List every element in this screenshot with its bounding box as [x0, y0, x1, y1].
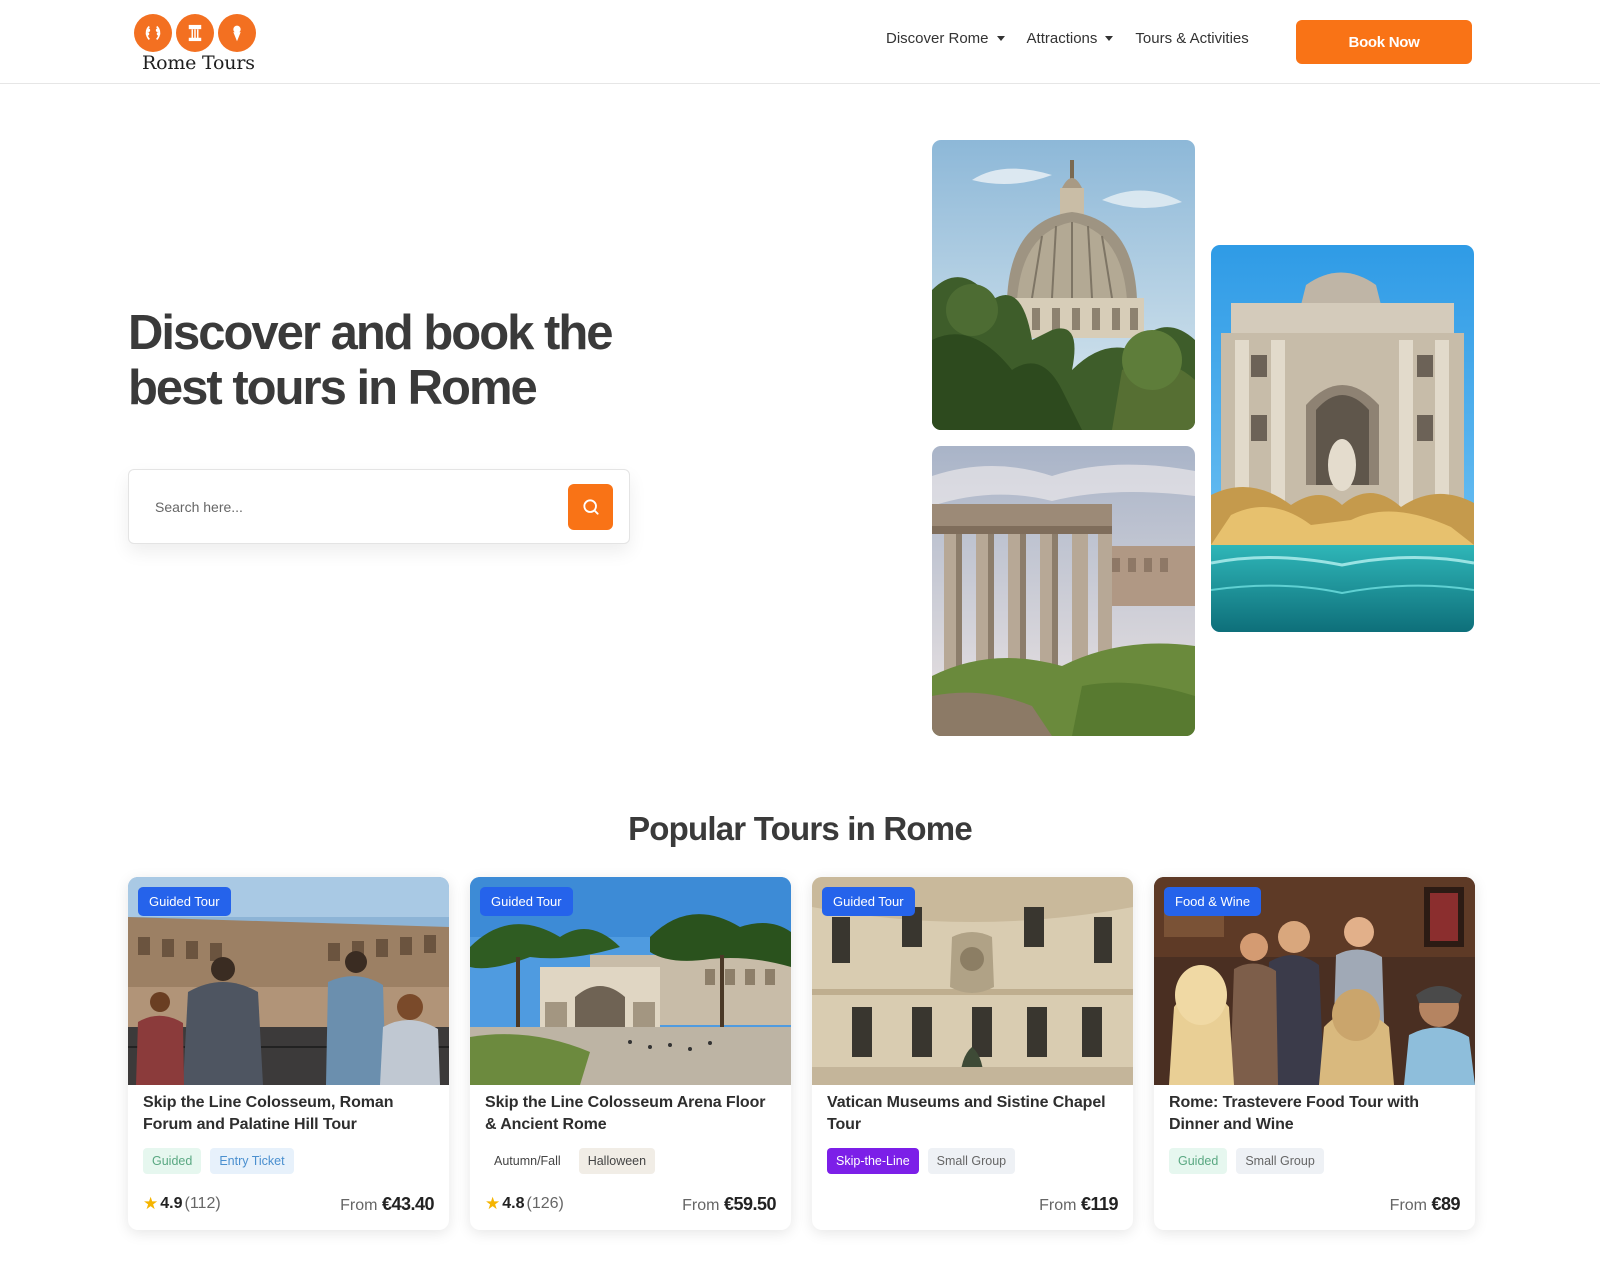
- st-peters-basilica-image: [932, 140, 1195, 430]
- tour-title[interactable]: Vatican Museums and Sistine Chapel Tour: [827, 1092, 1117, 1136]
- tour-price: From €119: [1039, 1194, 1118, 1215]
- main-nav: Discover Rome Attractions Tours & Activi…: [886, 30, 1249, 47]
- roman-forum-image: [932, 446, 1195, 736]
- nav-label: Attractions: [1026, 30, 1098, 47]
- tour-category-badge: Food & Wine: [1164, 887, 1262, 916]
- search-button[interactable]: [568, 484, 613, 530]
- tour-tags: Guided Entry Ticket: [143, 1148, 294, 1174]
- hero-title: Discover and book the best tours in Rome: [128, 306, 614, 415]
- tag: Small Group: [1236, 1148, 1324, 1174]
- tour-card[interactable]: Guided Tour Skip the Line Colosseum Aren…: [470, 877, 791, 1230]
- tour-price: From €43.40: [340, 1194, 434, 1215]
- rating-value: 4.9: [160, 1195, 183, 1212]
- column-icon: [176, 14, 214, 52]
- tag: Small Group: [927, 1148, 1016, 1174]
- tag: Skip-the-Line: [827, 1148, 919, 1174]
- trevi-fountain-image: [1211, 245, 1474, 632]
- book-now-button[interactable]: Book Now: [1296, 20, 1472, 64]
- tour-card[interactable]: Food & Wine Rome: Trastevere Food Tour w…: [1154, 877, 1475, 1230]
- tour-tags: Skip-the-Line Small Group: [827, 1148, 1016, 1174]
- logo-text: Rome Tours: [142, 52, 255, 74]
- trastevere-food-tour-image: Food & Wine: [1154, 877, 1475, 1085]
- arch-of-constantine-image: Guided Tour: [470, 877, 791, 1085]
- tag: Autumn/Fall: [485, 1148, 570, 1174]
- price-value: €59.50: [723, 1194, 777, 1214]
- tour-tags: Guided Small Group: [1169, 1148, 1324, 1174]
- tag: Halloween: [578, 1148, 656, 1174]
- tour-category-badge: Guided Tour: [138, 887, 231, 916]
- tour-rating: ★ 4.9 (112): [143, 1194, 221, 1214]
- star-icon: ★: [143, 1194, 159, 1213]
- laurel-icon: [134, 14, 172, 52]
- tour-tags: Autumn/Fall Halloween: [485, 1148, 656, 1174]
- site-header: Rome Tours Discover Rome Attractions Tou…: [0, 0, 1600, 84]
- search-input[interactable]: [155, 494, 535, 520]
- tag: Guided: [1169, 1148, 1228, 1174]
- nav-discover-rome[interactable]: Discover Rome: [886, 30, 1005, 47]
- tour-rating: ★ 4.8 (126): [485, 1194, 564, 1214]
- search-box: [128, 469, 630, 544]
- tour-card[interactable]: Guided Tour Skip the Line Colosseum, Rom…: [128, 877, 449, 1230]
- review-count: (126): [526, 1195, 564, 1212]
- caret-down-icon: [996, 36, 1005, 41]
- gelato-icon: [218, 14, 256, 52]
- logo-icons: [134, 14, 258, 52]
- price-prefix: From: [1389, 1197, 1427, 1214]
- tour-price: From €59.50: [682, 1194, 776, 1215]
- tour-title[interactable]: Skip the Line Colosseum Arena Floor & An…: [485, 1092, 775, 1136]
- logo[interactable]: Rome Tours: [134, 14, 258, 74]
- nav-tours-activities[interactable]: Tours & Activities: [1135, 30, 1248, 47]
- tour-price: From €89: [1389, 1194, 1461, 1215]
- rating-value: 4.8: [502, 1195, 525, 1212]
- price-prefix: From: [682, 1197, 720, 1214]
- price-value: €119: [1080, 1194, 1119, 1214]
- price-value: €89: [1431, 1194, 1460, 1214]
- price-prefix: From: [1039, 1197, 1077, 1214]
- tour-category-badge: Guided Tour: [480, 887, 573, 916]
- tag: Entry Ticket: [210, 1148, 294, 1174]
- colosseum-interior-image: Guided Tour: [128, 877, 449, 1085]
- nav-label: Discover Rome: [886, 30, 989, 47]
- vatican-courtyard-image: Guided Tour: [812, 877, 1133, 1085]
- tour-card[interactable]: Guided Tour Vatican Museums and Sistine …: [812, 877, 1133, 1230]
- tour-cards: Guided Tour Skip the Line Colosseum, Rom…: [128, 877, 1475, 1230]
- tour-title[interactable]: Rome: Trastevere Food Tour with Dinner a…: [1169, 1092, 1459, 1136]
- caret-down-icon: [1105, 36, 1114, 41]
- nav-label: Tours & Activities: [1135, 30, 1249, 47]
- section-title: Popular Tours in Rome: [628, 810, 973, 847]
- price-value: €43.40: [381, 1194, 435, 1214]
- review-count: (112): [184, 1195, 221, 1212]
- search-icon: [582, 499, 599, 515]
- tag: Guided: [143, 1148, 202, 1174]
- star-icon: ★: [485, 1194, 501, 1213]
- tour-category-badge: Guided Tour: [822, 887, 915, 916]
- tour-title[interactable]: Skip the Line Colosseum, Roman Forum and…: [143, 1092, 433, 1136]
- price-prefix: From: [340, 1197, 378, 1214]
- nav-attractions[interactable]: Attractions: [1027, 30, 1114, 47]
